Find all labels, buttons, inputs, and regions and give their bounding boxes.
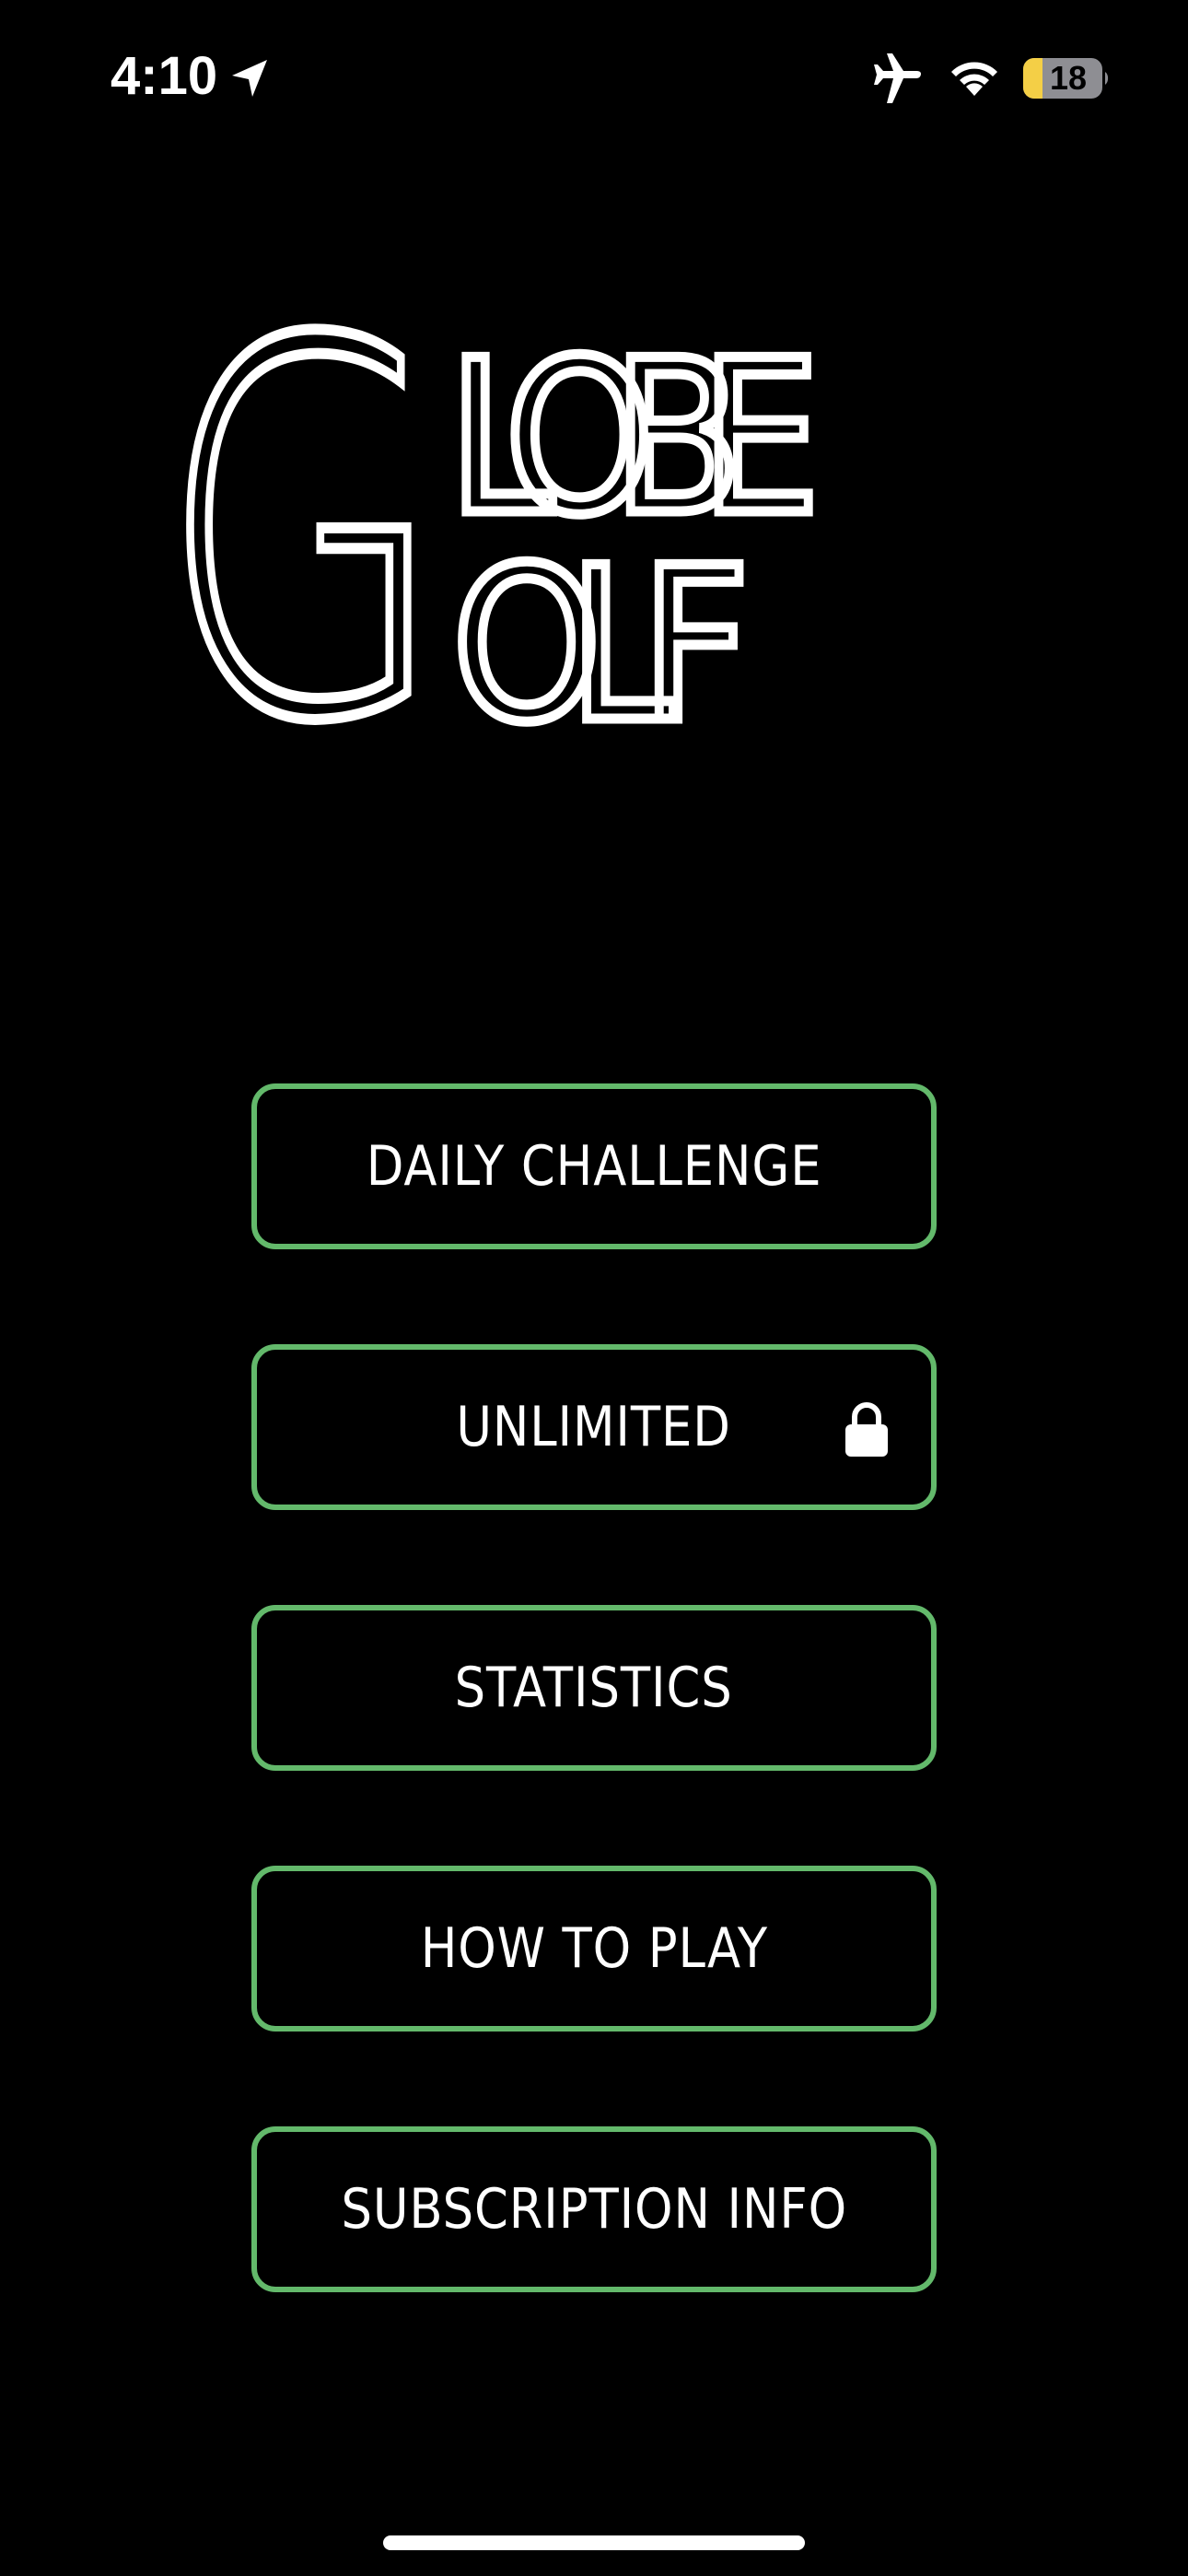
how-to-play-button[interactable]: HOW TO PLAY — [251, 1866, 937, 2032]
subscription-info-label: SUBSCRIPTION INFO — [341, 2177, 847, 2242]
daily-challenge-button[interactable]: DAILY CHALLENGE — [251, 1083, 937, 1249]
status-bar: 4:10 18 — [0, 0, 1188, 157]
wifi-icon — [951, 62, 997, 96]
battery-level-text: 18 — [1049, 59, 1088, 97]
logo-big-letter: G — [166, 322, 447, 746]
unlimited-label: UNLIMITED — [456, 1395, 732, 1459]
unlimited-button[interactable]: UNLIMITED — [251, 1344, 937, 1510]
main-menu: DAILY CHALLENGE UNLIMITED STATISTICS HOW… — [251, 1083, 937, 2387]
statistics-label: STATISTICS — [454, 1656, 734, 1720]
daily-challenge-label: DAILY CHALLENGE — [366, 1134, 822, 1199]
logo-line2: OLF — [452, 522, 751, 746]
airplane-mode-icon — [874, 53, 921, 103]
home-indicator[interactable] — [383, 2535, 805, 2550]
status-time: 4:10 — [111, 46, 218, 106]
how-to-play-label: HOW TO PLAY — [420, 1916, 768, 1981]
lock-icon — [845, 1402, 888, 1457]
subscription-info-button[interactable]: SUBSCRIPTION INFO — [251, 2126, 937, 2292]
location-arrow-icon — [232, 60, 267, 97]
statistics-button[interactable]: STATISTICS — [251, 1605, 937, 1771]
app-logo: G LOBE OLF — [166, 322, 825, 746]
